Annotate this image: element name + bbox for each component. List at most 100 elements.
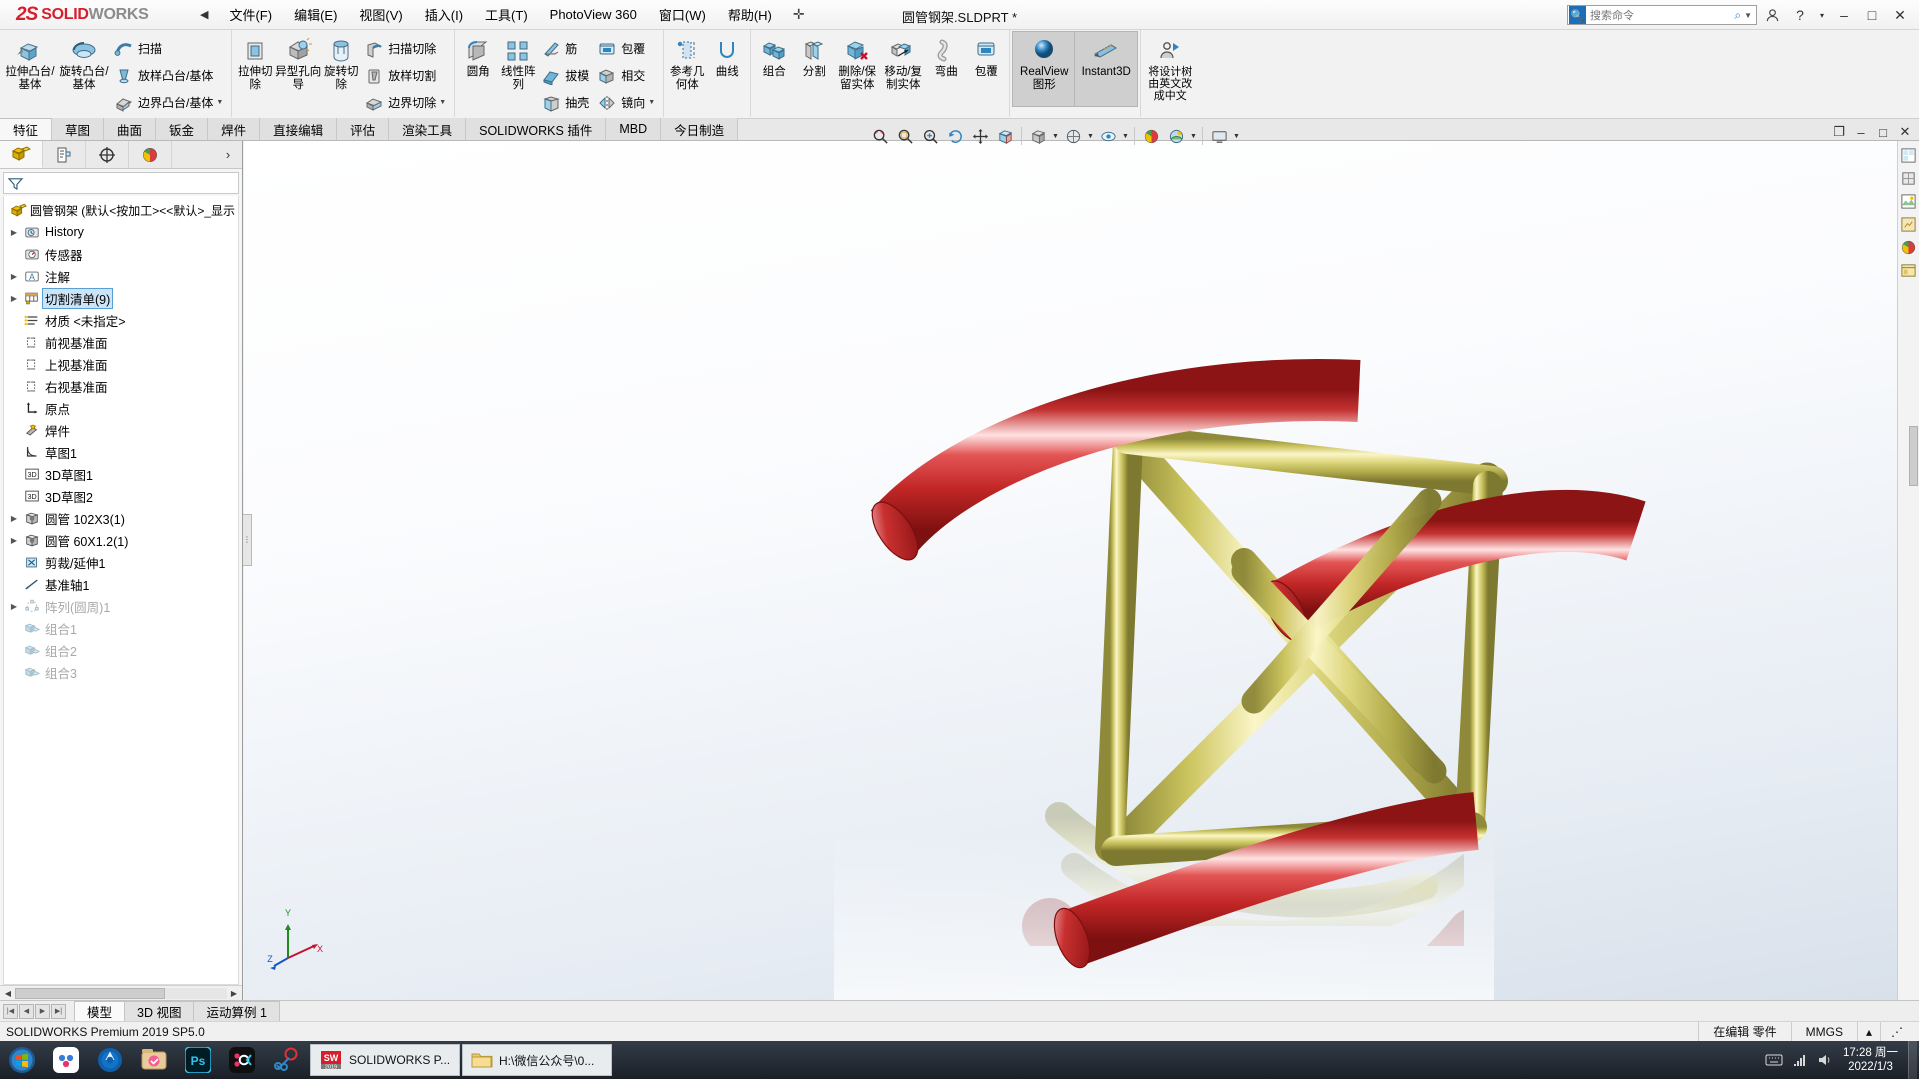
hide-show-items-icon[interactable] [1096, 124, 1120, 148]
menu-help[interactable]: 帮助(H) [717, 1, 783, 28]
extrude-boss-button[interactable]: 拉伸凸台/基体 [3, 32, 57, 106]
reference-geometry-button[interactable]: 参考几何体 [667, 32, 707, 106]
flex-button[interactable]: 弯曲 [926, 32, 966, 106]
doc-minimize-button[interactable]: – [1853, 125, 1869, 140]
tree-horizontal-scrollbar[interactable]: ◀ ▶ [0, 985, 242, 1000]
delete-keep-body-button[interactable]: 删除/保留实体 [834, 32, 880, 106]
expander[interactable]: ▶ [6, 272, 22, 281]
chevron-down-icon[interactable]: ▼ [439, 99, 446, 106]
menu-edit[interactable]: 编辑(E) [283, 1, 348, 28]
revolve-boss-button[interactable]: 旋转凸台/基体 [57, 32, 111, 106]
pushpin-icon[interactable]: ✛ [783, 6, 815, 23]
tree-item-tube-102x3[interactable]: ▶ 圆管 102X3(1) [6, 507, 238, 529]
help-caret-icon[interactable]: ▾ [1815, 2, 1829, 28]
expander[interactable]: ▶ [6, 514, 22, 523]
tab-manufacturing-today[interactable]: 今日制造 [661, 118, 739, 140]
instant3d-button[interactable]: Instant3D [1074, 31, 1139, 107]
user-icon[interactable] [1759, 2, 1785, 28]
tree-item-axis1[interactable]: 基准轴1 [6, 573, 238, 595]
configuration-manager-tab[interactable] [86, 141, 129, 168]
mirror-button[interactable]: 镜向 ▼ [594, 89, 660, 116]
network-icon[interactable] [1792, 1053, 1808, 1067]
split-button[interactable]: 分割 [794, 32, 834, 106]
graphics-viewport[interactable]: Y X Z [244, 141, 1919, 1000]
doc-restore-button[interactable]: ❐ [1831, 124, 1847, 140]
scroll-thumb[interactable] [15, 987, 165, 999]
zoom-area-icon[interactable] [893, 124, 917, 148]
nav-next-button[interactable]: ▶ [35, 1003, 50, 1019]
display-manager-tab[interactable] [129, 141, 172, 168]
sweep-button[interactable]: 扫描 [111, 35, 228, 62]
property-manager-tab[interactable] [43, 141, 86, 168]
loft-cut-button[interactable]: 放样切割 [361, 62, 451, 89]
tree-item-3dsketch2[interactable]: 3D 3D草图2 [6, 485, 238, 507]
help-button[interactable]: ? [1787, 2, 1813, 28]
translate-tree-button[interactable]: 将设计树由英文改成中文 [1144, 32, 1196, 106]
hole-wizard-button[interactable]: 异型孔向导 [275, 32, 321, 106]
menu-photoview[interactable]: PhotoView 360 [539, 3, 648, 26]
capture-app-icon[interactable] [220, 1041, 264, 1079]
chevron-left-icon[interactable]: ◀ [190, 8, 218, 21]
zoom-in-out-icon[interactable] [918, 124, 942, 148]
snipping-tool-app-icon[interactable] [264, 1041, 308, 1079]
doc-close-button[interactable]: ✕ [1897, 124, 1913, 140]
bottom-tab-model[interactable]: 模型 [74, 1001, 126, 1021]
photo-manager-app-icon[interactable] [132, 1041, 176, 1079]
nav-first-button[interactable]: |◀ [3, 1003, 18, 1019]
photoshop-app-icon[interactable]: Ps [176, 1041, 220, 1079]
tab-features[interactable]: 特征 [0, 118, 53, 140]
move-copy-body-button[interactable]: 移动/复制实体 [880, 32, 926, 106]
minimize-button[interactable]: – [1831, 2, 1857, 28]
curves-button[interactable]: 曲线 [707, 32, 747, 106]
tree-item-annotations[interactable]: ▶ A 注解 [6, 265, 238, 287]
sweep-cut-button[interactable]: 扫描切除 [361, 35, 451, 62]
search-input[interactable]: 🔍 搜索命令 ⌕ ▼ [1567, 5, 1757, 25]
expander[interactable]: ▶ [6, 602, 22, 611]
draft-button[interactable]: 拔模 [538, 62, 594, 89]
intersect-button[interactable]: 相交 [594, 62, 660, 89]
fillet-button[interactable]: 圆角 [458, 32, 498, 106]
status-resize-grip[interactable]: ⋰ [1880, 1021, 1913, 1042]
expander[interactable]: ▶ [6, 228, 22, 237]
tree-item-combine1[interactable]: 组合1 [6, 617, 238, 639]
bottom-tab-3dviews[interactable]: 3D 视图 [124, 1001, 195, 1021]
zoom-to-fit-icon[interactable] [868, 124, 892, 148]
tree-root-part[interactable]: 圆管钢架 (默认<按加工><<默认>_显示 [6, 199, 238, 221]
status-units-caret-icon[interactable]: ▴ [1856, 1021, 1880, 1042]
close-button[interactable]: ✕ [1887, 2, 1913, 28]
taskbar-window-solidworks[interactable]: SW 2019 SOLIDWORKS P... [310, 1044, 460, 1076]
rib-button[interactable]: 筋 [538, 35, 594, 62]
tab-mbd[interactable]: MBD [606, 118, 662, 140]
chevron-down-icon[interactable]: ▼ [1232, 133, 1241, 140]
tab-render-tools[interactable]: 渲染工具 [389, 118, 467, 140]
tree-item-top-plane[interactable]: 上视基准面 [6, 353, 238, 375]
loft-boss-button[interactable]: 放样凸台/基体 [111, 62, 228, 89]
menu-insert[interactable]: 插入(I) [414, 1, 474, 28]
shell-button[interactable]: 抽壳 [538, 89, 594, 116]
nav-prev-button[interactable]: ◀ [19, 1003, 34, 1019]
tree-item-3dsketch1[interactable]: 3D 3D草图1 [6, 463, 238, 485]
windows-start-icon[interactable] [0, 1041, 44, 1079]
tree-item-weldment[interactable]: 焊件 [6, 419, 238, 441]
volume-icon[interactable] [1817, 1053, 1833, 1067]
magnifier-icon[interactable]: ⌕ [1734, 8, 1744, 23]
doc-maximize-button[interactable]: □ [1875, 125, 1891, 140]
status-units[interactable]: MMGS [1790, 1021, 1857, 1042]
boundary-cut-button[interactable]: 边界切除 ▼ [361, 89, 451, 116]
tree-item-combine2[interactable]: 组合2 [6, 639, 238, 661]
view-orientation-icon[interactable] [1026, 124, 1050, 148]
display-style-icon[interactable] [1061, 124, 1085, 148]
tree-item-combine3[interactable]: 组合3 [6, 661, 238, 683]
feature-filter-input[interactable] [3, 172, 239, 194]
tree-item-tube-60x12[interactable]: ▶ 圆管 60X1.2(1) [6, 529, 238, 551]
maximize-button[interactable]: □ [1859, 2, 1885, 28]
viewport-vertical-scrollbar[interactable] [1908, 141, 1919, 1000]
panel-resize-grip[interactable]: ⋮ [243, 513, 252, 566]
extrude-cut-button[interactable]: 拉伸切除 [235, 32, 275, 106]
linear-pattern-button[interactable]: 线性阵列 [498, 32, 538, 106]
view-settings-icon[interactable] [1207, 124, 1231, 148]
scroll-right-icon[interactable]: ▶ [227, 989, 241, 998]
tab-evaluate[interactable]: 评估 [337, 118, 390, 140]
tree-item-origin[interactable]: 原点 [6, 397, 238, 419]
wrap2-button[interactable]: 包覆 [966, 32, 1006, 106]
